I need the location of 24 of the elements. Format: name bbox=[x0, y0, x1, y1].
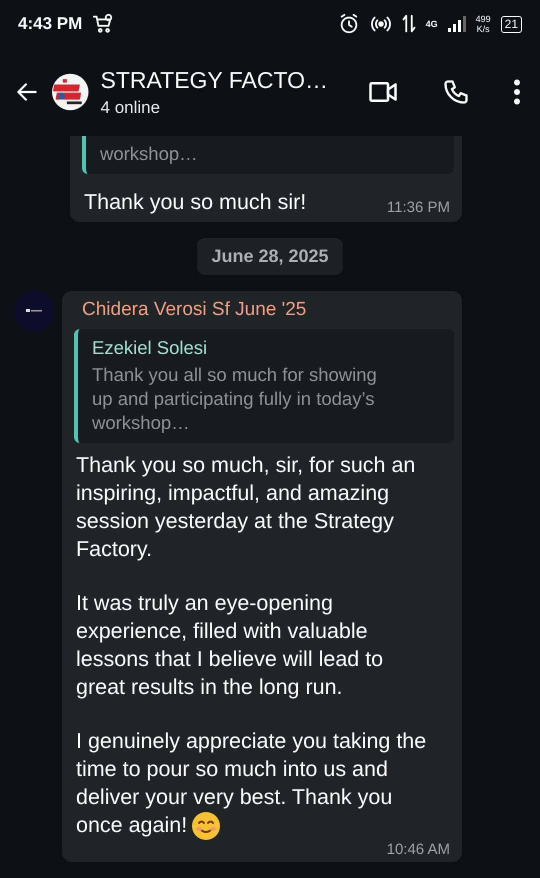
quoted-text: workshop… bbox=[100, 142, 199, 166]
message-time: 11:36 PM bbox=[386, 199, 450, 216]
quoted-message[interactable]: Ezekiel Solesi Thank you all so much for showing up and participating fully in today’s workshop… bbox=[74, 329, 454, 443]
message-text: Thank you so much, sir, for such an inspiring, impactful, and amazing session yesterday at the Strategy Factory. bbox=[76, 452, 416, 563]
message-time: 10:46 AM bbox=[386, 841, 450, 858]
quoted-author: Ezekiel Solesi bbox=[92, 337, 208, 359]
more-icon bbox=[512, 79, 522, 105]
quoted-message[interactable]: workshop… bbox=[82, 136, 454, 174]
quoted-text: Thank you all so much for showing up and participating fully in today’s workshop… bbox=[92, 363, 378, 435]
message-text: It was truly an eye-opening experience, filled with valuable lessons that I believe will lead to great results in the long run. bbox=[76, 590, 384, 701]
network-speed: 499 K/s bbox=[476, 14, 491, 34]
chat-title[interactable]: STRATEGY FACTO… bbox=[100, 66, 328, 94]
cart-icon bbox=[92, 13, 114, 35]
message-text: Thank you so much sir! bbox=[84, 189, 308, 216]
sender-name[interactable]: Chidera Verosi Sf June '25 bbox=[82, 299, 450, 321]
signal-icon bbox=[448, 16, 466, 32]
status-time: 4:43 PM bbox=[18, 14, 82, 34]
message-text: I genuinely appreciate you taking the time to pour so much into us and deliver your very best. Thank you once again! bbox=[76, 727, 450, 842]
date-chip: June 28, 2025 bbox=[197, 238, 343, 275]
phone-icon bbox=[442, 78, 470, 106]
data-arrows-icon bbox=[402, 13, 416, 35]
online-count: 4 online bbox=[100, 98, 162, 118]
network-type: 4G bbox=[426, 19, 438, 29]
battery-indicator: 21 bbox=[500, 16, 522, 32]
